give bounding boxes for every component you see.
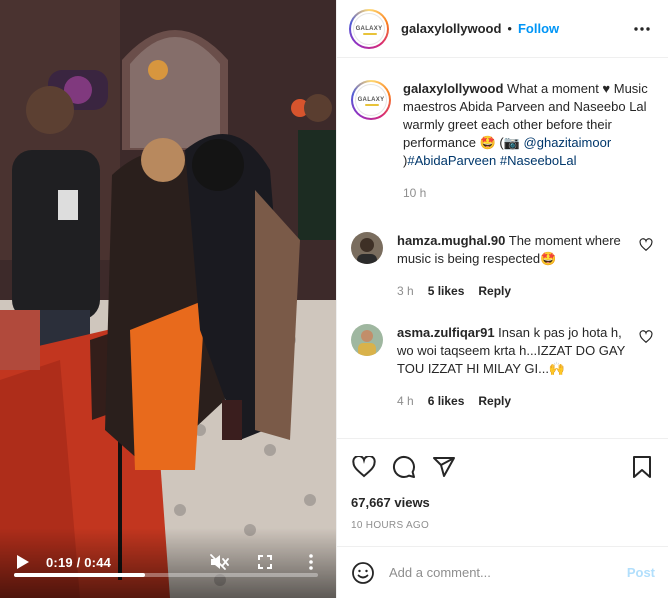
header-username[interactable]: galaxylollywood [401, 21, 501, 36]
hashtag-link[interactable]: #NaseeboLal [500, 153, 577, 168]
reply-button[interactable]: Reply [478, 282, 511, 300]
comment-time: 3 h [397, 284, 414, 298]
fullscreen-button[interactable] [254, 551, 276, 573]
add-comment-bar: Post [337, 546, 668, 598]
comment-item: hamza.mughal.90 The moment where music i… [337, 232, 668, 300]
views-count[interactable]: 67,667 views [351, 495, 655, 510]
post-comment-button[interactable]: Post [627, 565, 655, 580]
emoji-button[interactable] [351, 561, 375, 585]
more-vertical-icon [309, 554, 313, 570]
comment-likes[interactable]: 5 likes [428, 282, 465, 300]
like-comment-heart-icon[interactable] [639, 238, 653, 252]
more-horizontal-icon [634, 26, 650, 31]
mute-button[interactable] [208, 551, 230, 573]
video-frame [0, 0, 336, 598]
follow-button[interactable]: Follow [518, 21, 559, 36]
caption: GALAXY galaxylollywood What a moment ♥ M… [337, 58, 668, 202]
video-time: 0:19 / 0:44 [46, 554, 112, 570]
comment-username[interactable]: asma.zulfiqar91 [397, 325, 495, 340]
bookmark-icon [633, 456, 651, 478]
commenter-avatar[interactable] [351, 232, 383, 264]
save-button[interactable] [629, 454, 655, 480]
like-button[interactable] [351, 454, 377, 480]
fullscreen-icon [258, 555, 272, 569]
video-options-button[interactable] [300, 551, 322, 573]
smiley-icon [352, 561, 374, 584]
comment-item: asma.zulfiqar91 Insan k pas jo hota h, w… [337, 324, 668, 410]
comment-time: 4 h [397, 394, 414, 408]
action-bar: 67,667 views 10 HOURS AGO [337, 438, 668, 546]
hashtag-link[interactable]: #AbidaParveen [407, 153, 496, 168]
avatar[interactable]: GALAXY [349, 8, 389, 49]
like-comment-heart-icon[interactable] [639, 330, 653, 344]
video-controls: 0:19 / 0:44 [0, 528, 336, 598]
muted-speaker-icon [210, 554, 229, 570]
separator-dot: • [507, 21, 512, 36]
more-options-button[interactable] [630, 17, 654, 41]
comment-button[interactable] [391, 454, 417, 480]
commenter-avatar[interactable] [351, 324, 383, 356]
comments-list[interactable]: GALAXY galaxylollywood What a moment ♥ M… [337, 58, 668, 438]
galaxy-logo: GALAXY [355, 84, 387, 116]
comment-likes[interactable]: 6 likes [428, 392, 465, 410]
share-button[interactable] [431, 454, 457, 480]
galaxy-logo: GALAXY [353, 12, 385, 45]
reply-button[interactable]: Reply [478, 392, 511, 410]
caption-username[interactable]: galaxylollywood [403, 81, 503, 96]
comment-input[interactable] [389, 565, 627, 580]
mention-link[interactable]: @ghazitaimoor [524, 135, 612, 150]
post-panel: GALAXY galaxylollywood • Follow GALAXY g… [336, 0, 668, 598]
video-player[interactable]: 0:19 / 0:44 [0, 0, 336, 598]
caption-avatar[interactable]: GALAXY [351, 80, 391, 120]
play-button[interactable] [14, 553, 32, 571]
comment-bubble-icon [392, 455, 415, 478]
caption-time: 10 h [403, 186, 427, 200]
comment-username[interactable]: hamza.mughal.90 [397, 233, 505, 248]
post-timestamp[interactable]: 10 HOURS AGO [351, 520, 655, 531]
heart-icon [352, 456, 376, 478]
play-icon [17, 555, 29, 569]
paper-plane-icon [433, 457, 455, 477]
post-header: GALAXY galaxylollywood • Follow [337, 0, 668, 58]
